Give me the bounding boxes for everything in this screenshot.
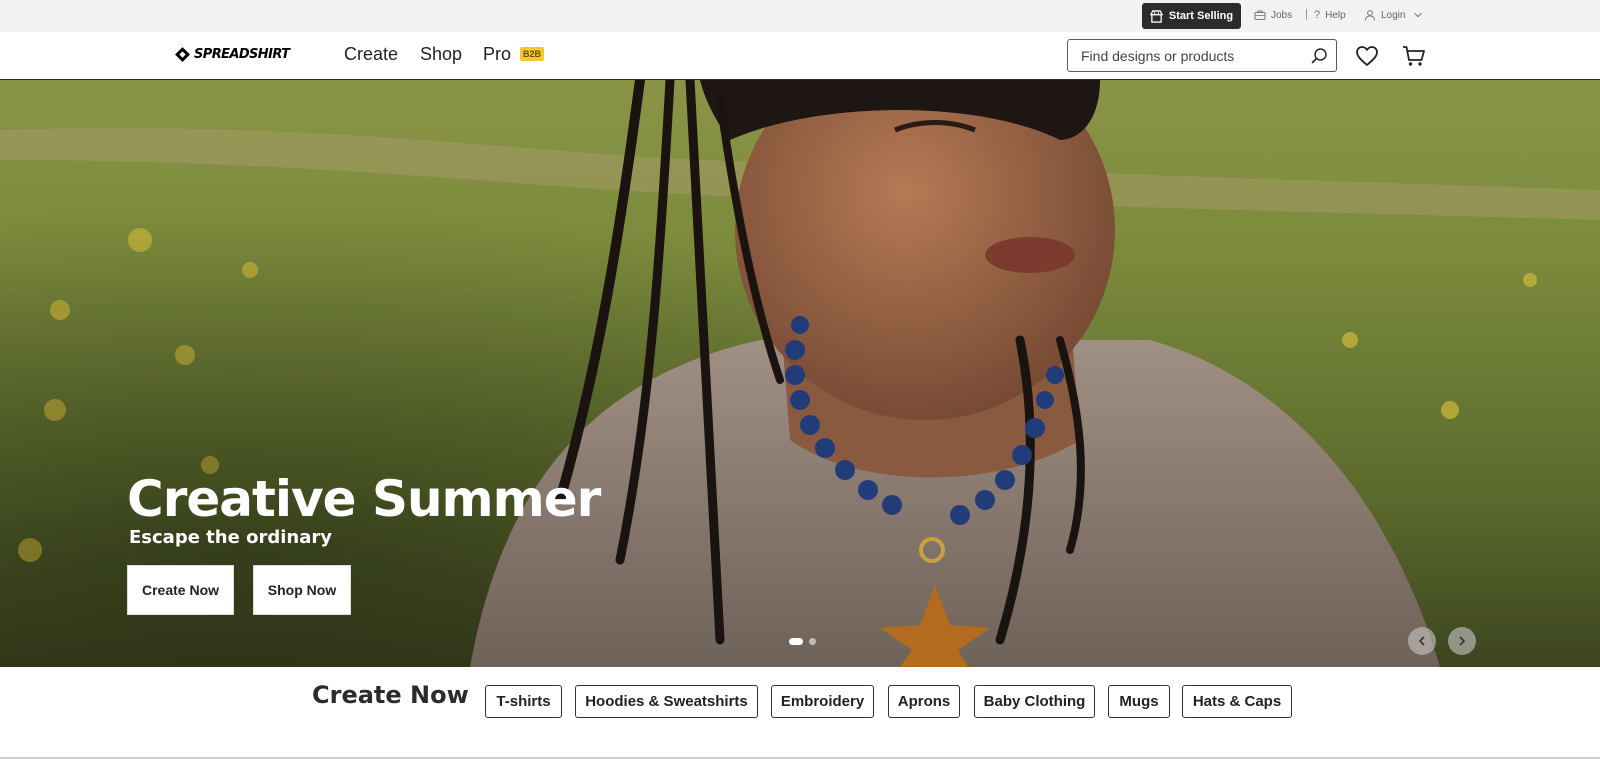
divider <box>0 757 1600 759</box>
help-label: Help <box>1325 9 1346 21</box>
search-box <box>1067 39 1337 72</box>
chevron-down-icon <box>1414 12 1423 18</box>
separator: | <box>1305 8 1308 20</box>
briefcase-icon <box>1254 10 1266 20</box>
heart-icon[interactable] <box>1355 45 1379 67</box>
help-link[interactable]: ? Help <box>1314 9 1346 21</box>
create-now-button[interactable]: Create Now <box>127 565 234 615</box>
nav-create[interactable]: Create <box>344 44 398 65</box>
main-header: SPREADSHIRT Create Shop Pro B2B <box>0 32 1600 80</box>
slide-dot-2[interactable] <box>809 638 816 645</box>
cart-icon[interactable] <box>1402 45 1426 67</box>
chevron-left-icon <box>1418 636 1425 646</box>
shop-icon <box>1149 9 1163 23</box>
hero-image <box>0 80 1600 667</box>
category-aprons[interactable]: Aprons <box>888 685 960 718</box>
logo-mark-icon <box>175 47 190 62</box>
jobs-link[interactable]: Jobs <box>1254 9 1292 21</box>
logo-text: SPREADSHIRT <box>194 47 290 62</box>
hero-subtitle: Escape the ordinary <box>129 527 332 548</box>
chevron-right-icon <box>1459 636 1466 646</box>
search-icon[interactable] <box>1310 47 1328 65</box>
create-now-section: Create Now T-shirts Hoodies & Sweatshirt… <box>0 667 1600 760</box>
spreadshirt-logo[interactable]: SPREADSHIRT <box>174 46 290 63</box>
search-input[interactable] <box>1081 47 1310 64</box>
nav-shop[interactable]: Shop <box>420 44 462 65</box>
category-hoodies-sweatshirts[interactable]: Hoodies & Sweatshirts <box>575 685 758 718</box>
next-slide-button[interactable] <box>1448 627 1476 655</box>
user-icon <box>1365 10 1375 21</box>
create-now-title: Create Now <box>312 681 469 709</box>
start-selling-button[interactable]: Start Selling <box>1142 3 1241 29</box>
slide-dot-1[interactable] <box>789 638 803 645</box>
b2b-badge: B2B <box>520 47 545 61</box>
previous-slide-button[interactable] <box>1408 627 1436 655</box>
hero-banner[interactable]: Creative Summer Escape the ordinary Crea… <box>0 80 1600 667</box>
category-embroidery[interactable]: Embroidery <box>771 685 874 718</box>
category-hats-caps[interactable]: Hats & Caps <box>1182 685 1292 718</box>
hero-title: Creative Summer <box>127 470 601 528</box>
start-selling-label: Start Selling <box>1168 10 1234 22</box>
question-icon: ? <box>1314 9 1321 21</box>
utility-bar: Start Selling Jobs | ? Help Login <box>0 0 1600 32</box>
login-label: Login <box>1381 9 1406 21</box>
category-tshirts[interactable]: T-shirts <box>485 685 562 718</box>
jobs-label: Jobs <box>1271 9 1293 21</box>
category-baby-clothing[interactable]: Baby Clothing <box>974 685 1095 718</box>
login-link[interactable]: Login <box>1364 9 1423 21</box>
category-mugs[interactable]: Mugs <box>1108 685 1170 718</box>
nav-pro[interactable]: Pro <box>483 44 511 65</box>
shop-now-button[interactable]: Shop Now <box>253 565 351 615</box>
